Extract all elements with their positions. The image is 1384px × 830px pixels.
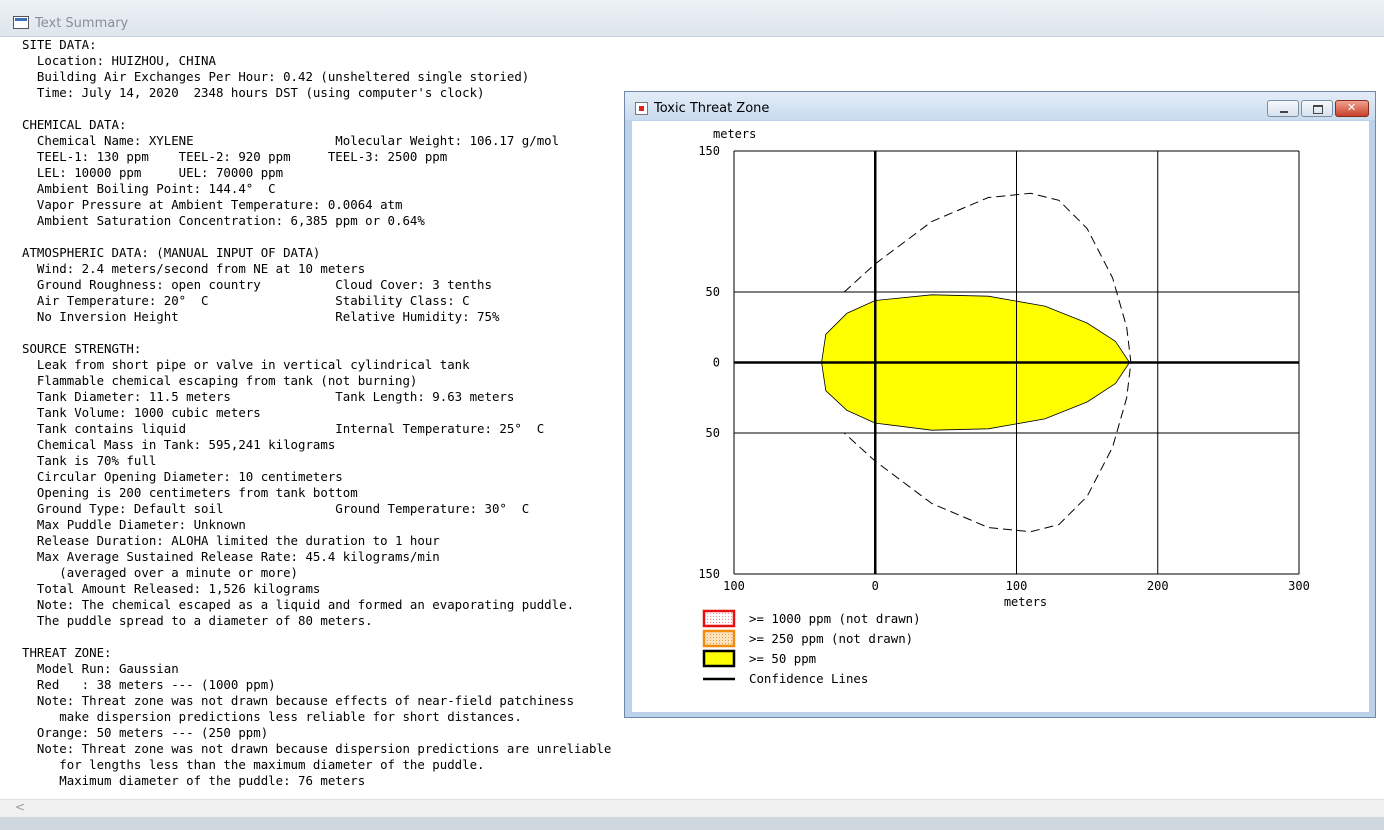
legend-label: >= 250 ppm (not drawn): [749, 631, 913, 646]
summary-line: LEL: 10000 ppm UEL: 70000 ppm: [22, 165, 284, 180]
summary-line: Wind: 2.4 meters/second from NE at 10 me…: [22, 261, 366, 276]
summary-line: make dispersion predictions less reliabl…: [22, 709, 522, 724]
summary-line: for lengths less than the maximum diamet…: [22, 757, 485, 772]
close-button[interactable]: [1335, 100, 1369, 117]
y-tick-label: 50: [706, 426, 720, 440]
summary-line: Circular Opening Diameter: 10 centimeter…: [22, 469, 343, 484]
legend-label: >= 50 ppm: [749, 651, 816, 666]
summary-line: Ground Roughness: open country Cloud Cov…: [22, 277, 492, 292]
y-axis-label: meters: [713, 127, 756, 141]
x-tick-label: 200: [1147, 579, 1169, 593]
summary-line: Leak from short pipe or valve in vertica…: [22, 357, 470, 372]
threat-zone-plot-area: 100 0 100 200 300 150 50 0 50 150 meters meters >= 1…: [632, 121, 1369, 712]
summary-line: Ambient Saturation Concentration: 6,385 …: [22, 213, 425, 228]
summary-line: Time: July 14, 2020 2348 hours DST (usin…: [22, 85, 485, 100]
summary-line: Tank Diameter: 11.5 meters Tank Length: …: [22, 389, 515, 404]
summary-line: CHEMICAL DATA:: [22, 117, 127, 132]
summary-line: Location: HUIZHOU, CHINA: [22, 53, 216, 68]
summary-line: Ground Type: Default soil Ground Tempera…: [22, 501, 530, 516]
summary-line: Total Amount Released: 1,526 kilograms: [22, 581, 321, 596]
x-tick-label: 300: [1288, 579, 1310, 593]
summary-line: Chemical Name: XYLENE Molecular Weight: …: [22, 133, 560, 148]
summary-line: No Inversion Height Relative Humidity: 7…: [22, 309, 500, 324]
summary-text: SITE DATA: Location: HUIZHOU, CHINA Buil…: [22, 37, 611, 789]
summary-line: (averaged over a minute or more): [22, 565, 299, 580]
summary-line: Max Puddle Diameter: Unknown: [22, 517, 246, 532]
x-tick-label: 100: [723, 579, 745, 593]
legend-swatch: [702, 649, 736, 668]
legend-swatch: [702, 609, 736, 628]
minimize-button[interactable]: [1267, 100, 1299, 117]
summary-line: TEEL-1: 130 ppm TEEL-2: 920 ppm TEEL-3: …: [22, 149, 448, 164]
summary-line: Red : 38 meters --- (1000 ppm): [22, 677, 276, 692]
summary-line: SOURCE STRENGTH:: [22, 341, 142, 356]
x-tick-label: 100: [1006, 579, 1028, 593]
legend-label: Confidence Lines: [749, 671, 868, 686]
summary-line: Orange: 50 meters --- (250 ppm): [22, 725, 269, 740]
summary-line: Model Run: Gaussian: [22, 661, 179, 676]
summary-line: Note: Threat zone was not drawn because …: [22, 693, 575, 708]
child-window-title: Toxic Threat Zone: [654, 101, 770, 116]
y-tick-label: 150: [698, 144, 720, 158]
summary-line: Chemical Mass in Tank: 595,241 kilograms: [22, 437, 336, 452]
maximize-button[interactable]: [1301, 100, 1333, 117]
toxic-threat-zone-window[interactable]: Toxic Threat Zone 1000100200300150500501…: [624, 91, 1376, 718]
y-tick-label: 0: [713, 356, 720, 370]
child-titlebar[interactable]: Toxic Threat Zone: [625, 92, 1375, 120]
summary-line: Flammable chemical escaping from tank (n…: [22, 373, 418, 388]
summary-line: Building Air Exchanges Per Hour: 0.42 (u…: [22, 69, 530, 84]
summary-line: ATMOSPHERIC DATA: (MANUAL INPUT OF DATA): [22, 245, 321, 260]
summary-line: Tank contains liquid Internal Temperatur…: [22, 421, 545, 436]
scroll-left-arrow-icon[interactable]: <: [15, 800, 25, 814]
app-window-icon: [13, 16, 29, 29]
summary-line: SITE DATA:: [22, 37, 97, 52]
summary-line: Release Duration: ALOHA limited the dura…: [22, 533, 440, 548]
summary-line: Air Temperature: 20° C Stability Class: …: [22, 293, 470, 308]
summary-line: The puddle spread to a diameter of 80 me…: [22, 613, 373, 628]
legend-swatch: [702, 629, 736, 648]
summary-line: Note: Threat zone was not drawn because …: [22, 741, 612, 756]
summary-line: Max Average Sustained Release Rate: 45.4…: [22, 549, 440, 564]
summary-line: Vapor Pressure at Ambient Temperature: 0…: [22, 197, 403, 212]
window-bottom-frame: [0, 817, 1384, 830]
main-window-title: Text Summary: [35, 16, 129, 31]
legend-label: >= 1000 ppm (not drawn): [749, 611, 921, 626]
x-tick-label: 0: [872, 579, 879, 593]
summary-line: Ambient Boiling Point: 144.4° C: [22, 181, 276, 196]
summary-line: THREAT ZONE:: [22, 645, 112, 660]
horizontal-scrollbar[interactable]: <: [0, 799, 1384, 817]
y-tick-label: 150: [698, 567, 720, 581]
y-tick-label: 50: [706, 285, 720, 299]
summary-line: Note: The chemical escaped as a liquid a…: [22, 597, 575, 612]
main-titlebar[interactable]: Text Summary: [0, 0, 1384, 37]
summary-line: Tank is 70% full: [22, 453, 157, 468]
summary-line: Opening is 200 centimeters from tank bot…: [22, 485, 358, 500]
threat-zone-chart: 100 0 100 200 300 150 50 0 50 150 meters meters >= 1…: [698, 127, 1310, 686]
summary-line: Tank Volume: 1000 cubic meters: [22, 405, 261, 420]
threat-zone-window-icon: [635, 102, 648, 115]
summary-line: Maximum diameter of the puddle: 76 meter…: [22, 773, 366, 788]
x-axis-label: meters: [1004, 595, 1047, 609]
